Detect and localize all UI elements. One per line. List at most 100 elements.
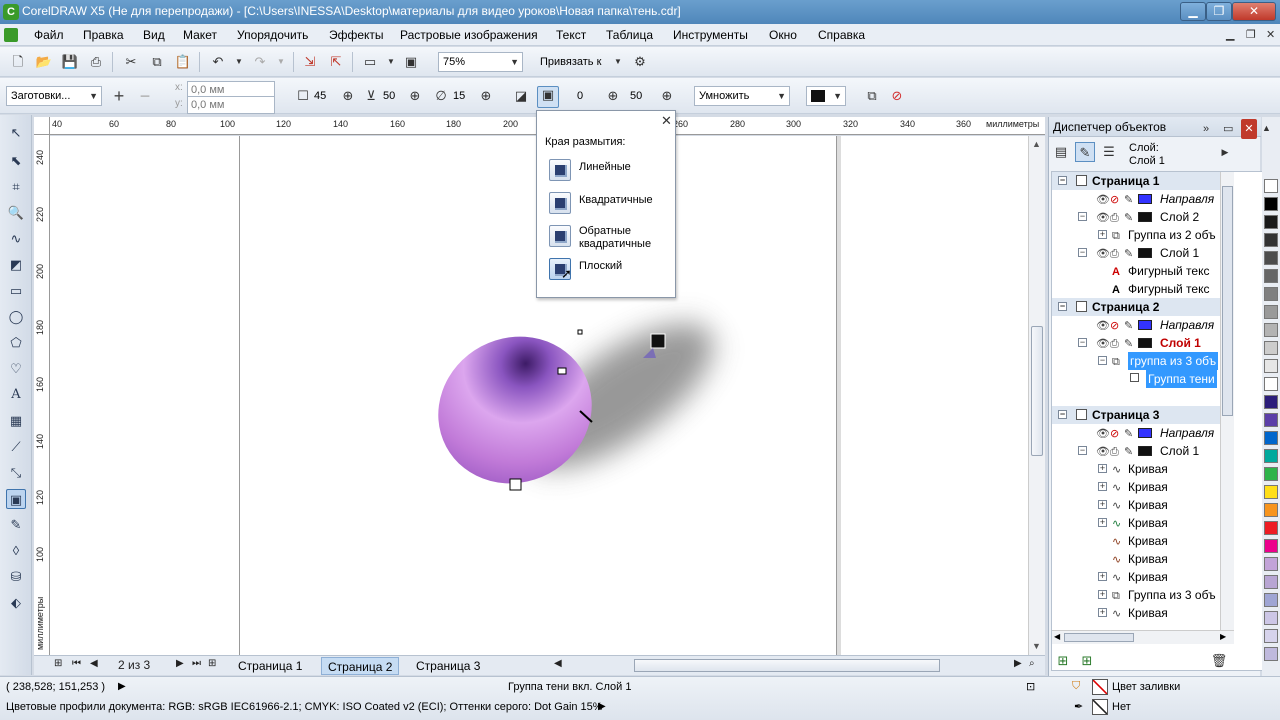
drop-shadow-tool-icon[interactable]: ▣	[6, 489, 26, 509]
tree-page[interactable]: − Страница 3	[1052, 406, 1220, 424]
palette-scroll-up-icon[interactable]: ▲	[1262, 123, 1271, 133]
polygon-tool-icon[interactable]: ⬠	[6, 333, 26, 353]
no-print-icon[interactable]: ⊘	[1110, 317, 1119, 335]
presets-combo[interactable]: Заготовки... ▼	[6, 86, 102, 106]
palette-swatch[interactable]	[1264, 467, 1278, 481]
welcome-screen-icon[interactable]: ▣	[401, 52, 421, 72]
tree-object[interactable]: + ⧉ Группа из 2 объ	[1052, 226, 1220, 244]
redo-icon[interactable]: ↷	[250, 52, 270, 72]
eye-icon[interactable]: 👁	[1096, 245, 1110, 263]
palette-swatch[interactable]	[1264, 449, 1278, 463]
previous-page-icon[interactable]: ◀	[90, 658, 98, 669]
palette-swatch[interactable]	[1264, 611, 1278, 625]
pencil-icon[interactable]: ✎	[1124, 191, 1133, 209]
palette-swatch[interactable]	[1264, 359, 1278, 373]
close-icon[interactable]: ✕	[661, 113, 672, 129]
open-folder-icon[interactable]: 📂	[34, 52, 54, 72]
undo-icon[interactable]: ↶	[208, 52, 228, 72]
palette-swatch[interactable]	[1264, 269, 1278, 283]
maximize-button[interactable]: ❐	[1206, 2, 1232, 21]
palette-swatch[interactable]	[1264, 305, 1278, 319]
launcher-dropdown-icon[interactable]: ▼	[381, 52, 401, 72]
collapse-icon[interactable]: −	[1078, 248, 1087, 257]
tree-object[interactable]: ∿ Кривая	[1052, 532, 1220, 550]
palette-swatch[interactable]	[1264, 323, 1278, 337]
menu-edit[interactable]: Правка	[83, 28, 124, 42]
shadow-stretch-value[interactable]: 50	[630, 86, 642, 106]
tree-object[interactable]: + ∿ Кривая	[1052, 604, 1220, 622]
edge-option-squared[interactable]: Квадратичные	[549, 190, 674, 218]
remove-preset-icon[interactable]: −	[137, 87, 153, 105]
scroll-thumb[interactable]	[1031, 326, 1043, 456]
menu-layout[interactable]: Макет	[183, 28, 217, 42]
shadow-handle-top[interactable]	[577, 329, 583, 335]
close-window-button[interactable]: ✕	[1232, 2, 1276, 21]
add-preset-icon[interactable]: +	[111, 87, 127, 105]
y-position-field[interactable]: 0,0 мм	[187, 96, 275, 114]
menu-effects[interactable]: Эффекты	[329, 28, 384, 42]
document-menu-icon[interactable]	[4, 28, 18, 42]
eyedropper-tool-icon[interactable]: ✎	[6, 515, 26, 535]
tree-object[interactable]: A Фигурный текс	[1052, 262, 1220, 280]
doc-close-icon[interactable]: ✕	[1266, 28, 1275, 41]
next-page-icon[interactable]: ▶	[176, 658, 184, 669]
print-icon[interactable]: ⎙	[86, 52, 106, 72]
hscroll-left-icon[interactable]: ◀	[554, 658, 562, 669]
feather-edges-icon[interactable]: ▣	[537, 86, 559, 108]
tree-layer[interactable]: − 👁 ⎙ ✎ Слой 1	[1052, 442, 1220, 460]
edge-option-linear[interactable]: Линейные	[549, 157, 674, 185]
page-tab-2[interactable]: Страница 2	[321, 657, 400, 675]
opacity-slider-icon[interactable]: ⊕	[340, 88, 356, 104]
copy-shadow-icon[interactable]: ⧉	[864, 88, 880, 104]
layer-manager-view-icon[interactable]: ☰	[1099, 142, 1119, 162]
collapse-icon[interactable]: −	[1058, 176, 1067, 185]
paste-icon[interactable]: 📋	[173, 52, 193, 72]
menu-view[interactable]: Вид	[143, 28, 165, 42]
tree-layer[interactable]: 👁 ⊘ ✎ Направля	[1052, 424, 1220, 442]
expand-icon[interactable]: +	[1098, 500, 1107, 509]
tree-object[interactable]: + ∿ Кривая	[1052, 496, 1220, 514]
palette-swatch[interactable]	[1264, 251, 1278, 265]
palette-swatch[interactable]	[1264, 647, 1278, 661]
tree-object[interactable]: A Фигурный текс	[1052, 280, 1220, 298]
snap-dropdown-icon[interactable]: ▼	[608, 52, 628, 72]
copy-icon[interactable]: ⧉	[147, 52, 167, 72]
palette-swatch[interactable]	[1264, 395, 1278, 409]
palette-swatch[interactable]	[1264, 503, 1278, 517]
pencil-icon[interactable]: ✎	[1124, 443, 1133, 461]
scroll-right-icon[interactable]: ▶	[1220, 632, 1226, 641]
expand-icon[interactable]: +	[1098, 464, 1107, 473]
scroll-up-icon[interactable]: ▲	[1032, 139, 1041, 149]
tree-object[interactable]: + ∿ Кривая	[1052, 478, 1220, 496]
edge-option-inverse-squared[interactable]: Обратные квадратичные	[549, 223, 674, 257]
tree-layer[interactable]: − 👁 ⎙ ✎ Слой 1	[1052, 244, 1220, 262]
shadow-origin-handle[interactable]	[509, 478, 522, 491]
tree-layer[interactable]: − 👁 ⎙ ✎ Слой 2	[1052, 208, 1220, 226]
shadow-fade-value[interactable]: 0	[577, 86, 583, 106]
shadow-start-handle[interactable]	[557, 367, 567, 375]
pencil-icon[interactable]: ✎	[1124, 317, 1133, 335]
crop-tool-icon[interactable]: ⌗	[6, 177, 26, 197]
fade-slider-icon[interactable]: ⊕	[605, 88, 621, 104]
docker-close-icon[interactable]: ✕	[1241, 119, 1257, 139]
zoom-tool-icon[interactable]: 🔍	[6, 203, 26, 223]
new-document-icon[interactable]: 🗋	[8, 52, 28, 72]
profiles-menu-icon[interactable]: ▶	[598, 701, 606, 712]
palette-swatch[interactable]	[1264, 215, 1278, 229]
tree-layer[interactable]: 👁 ⊘ ✎ Направля	[1052, 316, 1220, 334]
zoom-combo[interactable]: 75% ▼	[438, 52, 523, 72]
palette-swatch[interactable]	[1264, 377, 1278, 391]
save-icon[interactable]: 💾	[60, 52, 80, 72]
cut-icon[interactable]: ✂	[121, 52, 141, 72]
collapse-icon[interactable]: −	[1078, 338, 1087, 347]
palette-swatch[interactable]	[1264, 341, 1278, 355]
object-tree[interactable]: − Страница 1 👁 ⊘ ✎ Направля − 👁 ⎙ ✎ Слой…	[1051, 171, 1263, 671]
tree-layer[interactable]: 👁 ⊘ ✎ Направля	[1052, 190, 1220, 208]
collapse-icon[interactable]: −	[1078, 446, 1087, 455]
expand-icon[interactable]: +	[1098, 590, 1107, 599]
palette-swatch[interactable]	[1264, 233, 1278, 247]
feather-direction-icon[interactable]: ◪	[513, 88, 529, 104]
tree-page[interactable]: − Страница 2	[1052, 298, 1220, 316]
new-master-layer-icon[interactable]: ⊞	[1077, 651, 1097, 671]
outline-color-swatch[interactable]	[1092, 699, 1108, 715]
